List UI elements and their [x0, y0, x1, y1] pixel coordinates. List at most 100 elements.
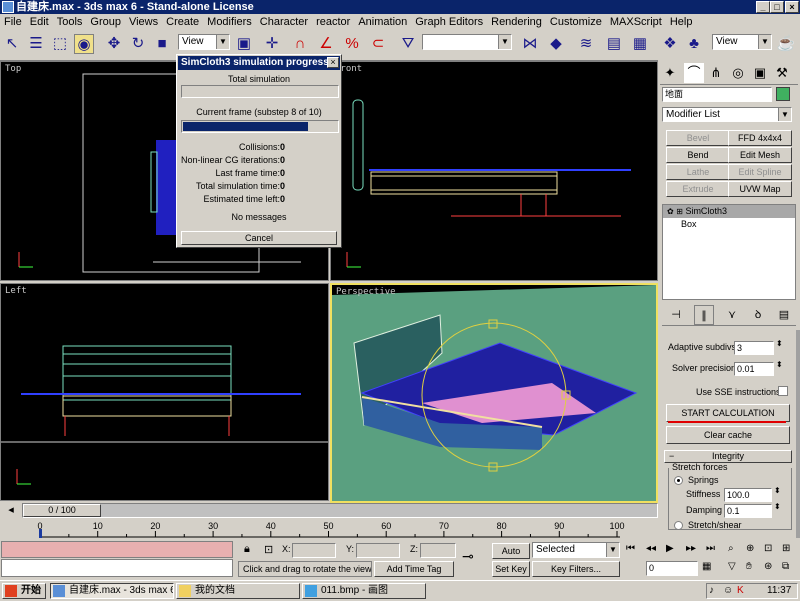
named-selection-set-select[interactable]: ▼ [422, 34, 512, 50]
solver-precision-field[interactable]: 0.01 [734, 362, 774, 376]
modifier-list-select[interactable]: Modifier List ▼ [662, 107, 792, 122]
z-coord-field[interactable] [420, 543, 456, 558]
time-configuration-icon[interactable]: ▦ [702, 561, 711, 572]
go-to-end-icon[interactable]: ⏭ [706, 543, 715, 554]
zoom-all-icon[interactable]: ⊕ [746, 543, 754, 554]
select-by-name-icon[interactable]: ☰ [26, 34, 46, 54]
spinner-icon[interactable]: ⬍ [776, 339, 783, 348]
stiffness-field[interactable]: 100.0 [724, 488, 772, 502]
menu-maxscript[interactable]: MAXScript [606, 14, 666, 31]
menu-create[interactable]: Create [162, 14, 203, 31]
pivot-icon[interactable]: ▣ [234, 34, 254, 54]
key-mode-icon[interactable]: ⊸ [462, 548, 474, 565]
quick-render-icon[interactable]: ☕ [776, 34, 796, 54]
viewport-label[interactable]: Perspective [336, 287, 396, 297]
add-time-tag-button[interactable]: Add Time Tag [374, 561, 454, 577]
region-select-icon[interactable]: ⬚ [50, 34, 70, 54]
edit-mesh-button[interactable]: Edit Mesh [728, 147, 792, 163]
object-color-swatch[interactable] [776, 87, 790, 101]
clear-cache-button[interactable]: Clear cache [666, 426, 790, 444]
create-tab-icon[interactable]: ✦ [660, 63, 680, 83]
uvw-map-button[interactable]: UVW Map [728, 181, 792, 197]
stack-item-box[interactable]: Box [663, 218, 795, 231]
make-unique-icon[interactable]: ⋎ [722, 305, 742, 325]
hierarchy-tab-icon[interactable]: ⋔ [706, 63, 726, 83]
panel-scrollbar[interactable] [796, 330, 800, 538]
display-tab-icon[interactable]: ▣ [750, 63, 770, 83]
lathe-button[interactable]: Lathe [666, 164, 730, 180]
arc-rotate-icon[interactable]: ⊛ [764, 561, 772, 572]
ffd-button[interactable]: FFD 4x4x4 [728, 130, 792, 146]
scale-icon[interactable]: ■ [152, 34, 172, 54]
render-type-select[interactable]: View ▼ [712, 34, 772, 50]
spinner-snap-icon[interactable]: ⊂ [368, 34, 388, 54]
task-my-documents[interactable]: 我的文档 [176, 583, 300, 599]
springs-radio[interactable] [674, 476, 683, 485]
play-icon[interactable]: ▶ [666, 543, 674, 554]
task-3dsmax[interactable]: 自建床.max - 3ds max 6 ... [50, 583, 174, 599]
key-filters-button[interactable]: Key Filters... [532, 561, 620, 577]
tray-k-icon[interactable]: K [737, 585, 744, 596]
close-button[interactable]: × [785, 1, 799, 13]
zoom-extents-all-icon[interactable]: ⊞ [782, 543, 790, 554]
reference-coord-select[interactable]: View ▼ [178, 34, 230, 50]
time-slider-track[interactable]: 0 / 100 [22, 503, 658, 518]
configure-sets-icon[interactable]: ▤ [774, 305, 794, 325]
stretch-shear-radio[interactable] [674, 521, 683, 530]
maxscript-input[interactable] [1, 559, 233, 577]
rotate-icon[interactable]: ↻ [128, 34, 148, 54]
track-view-icon[interactable]: ▤ [604, 34, 624, 54]
tray-qq-icon[interactable]: ☺ [723, 585, 733, 596]
absolute-mode-icon[interactable]: ⊡ [264, 543, 273, 556]
pin-stack-icon[interactable]: ⊣ [666, 305, 686, 325]
zoom-icon[interactable]: ⌕ [728, 543, 734, 554]
pan-icon[interactable]: ✋︎ [746, 561, 752, 572]
modify-tab-icon[interactable]: ⌒ [684, 63, 704, 83]
menu-help[interactable]: Help [666, 14, 697, 31]
current-frame-field[interactable]: 0 [646, 561, 698, 576]
menu-edit[interactable]: Edit [26, 14, 53, 31]
adaptive-subdivs-field[interactable]: 3 [734, 341, 774, 355]
utilities-tab-icon[interactable]: ⚒ [772, 63, 792, 83]
sse-checkbox[interactable] [778, 386, 788, 396]
schematic-view-icon[interactable]: ▦ [630, 34, 650, 54]
edit-spline-button[interactable]: Edit Spline [728, 164, 792, 180]
select-icon[interactable]: ↖ [2, 34, 22, 54]
next-frame-icon[interactable]: ▸▸ [686, 543, 696, 554]
menu-modifiers[interactable]: Modifiers [203, 14, 256, 31]
y-coord-field[interactable] [356, 543, 400, 558]
auto-key-button[interactable]: Auto Key [492, 543, 530, 570]
go-to-start-icon[interactable]: ⏮ [626, 543, 635, 554]
bend-button[interactable]: Bend [666, 147, 730, 163]
menu-group[interactable]: Group [86, 14, 125, 31]
percent-snap-icon[interactable]: % [342, 34, 362, 54]
x-coord-field[interactable] [292, 543, 336, 558]
move-icon[interactable]: ✥ [104, 34, 124, 54]
maximize-button[interactable]: □ [770, 1, 784, 13]
modifier-stack[interactable]: ✿ ⊞ SimCloth3 Box [662, 204, 796, 300]
menu-rendering[interactable]: Rendering [487, 14, 546, 31]
spinner-icon[interactable]: ⬍ [776, 360, 783, 369]
damping-field[interactable]: 0.1 [724, 504, 772, 518]
time-config-icon[interactable]: ◂ [0, 503, 22, 518]
dialog-close-button[interactable]: × [327, 57, 339, 68]
menu-file[interactable]: File [0, 14, 26, 31]
menu-reactor[interactable]: reactor [312, 14, 354, 31]
expand-plus-icon[interactable]: ⊞ [676, 207, 683, 216]
extrude-button[interactable]: Extrude [666, 181, 730, 197]
render-scene-icon[interactable]: ♣ [684, 34, 704, 54]
viewport-front[interactable]: Front [330, 61, 658, 281]
min-max-toggle-icon[interactable]: ⧉ [782, 561, 789, 572]
menu-character[interactable]: Character [256, 14, 312, 31]
cancel-button[interactable]: Cancel [181, 231, 337, 245]
tray-speaker-icon[interactable]: ♪ [709, 585, 714, 596]
bevel-button[interactable]: Bevel [666, 130, 730, 146]
start-button[interactable]: 开始 [2, 583, 46, 599]
menu-customize[interactable]: Customize [546, 14, 606, 31]
zoom-extents-icon[interactable]: ⊡ [764, 543, 772, 554]
lock-icon[interactable]: 🔒︎ [244, 543, 250, 556]
show-end-result-icon[interactable]: ∥ [694, 305, 714, 325]
time-slider-thumb[interactable]: 0 / 100 [23, 504, 101, 517]
previous-frame-icon[interactable]: ◂◂ [646, 543, 656, 554]
menu-animation[interactable]: Animation [354, 14, 411, 31]
